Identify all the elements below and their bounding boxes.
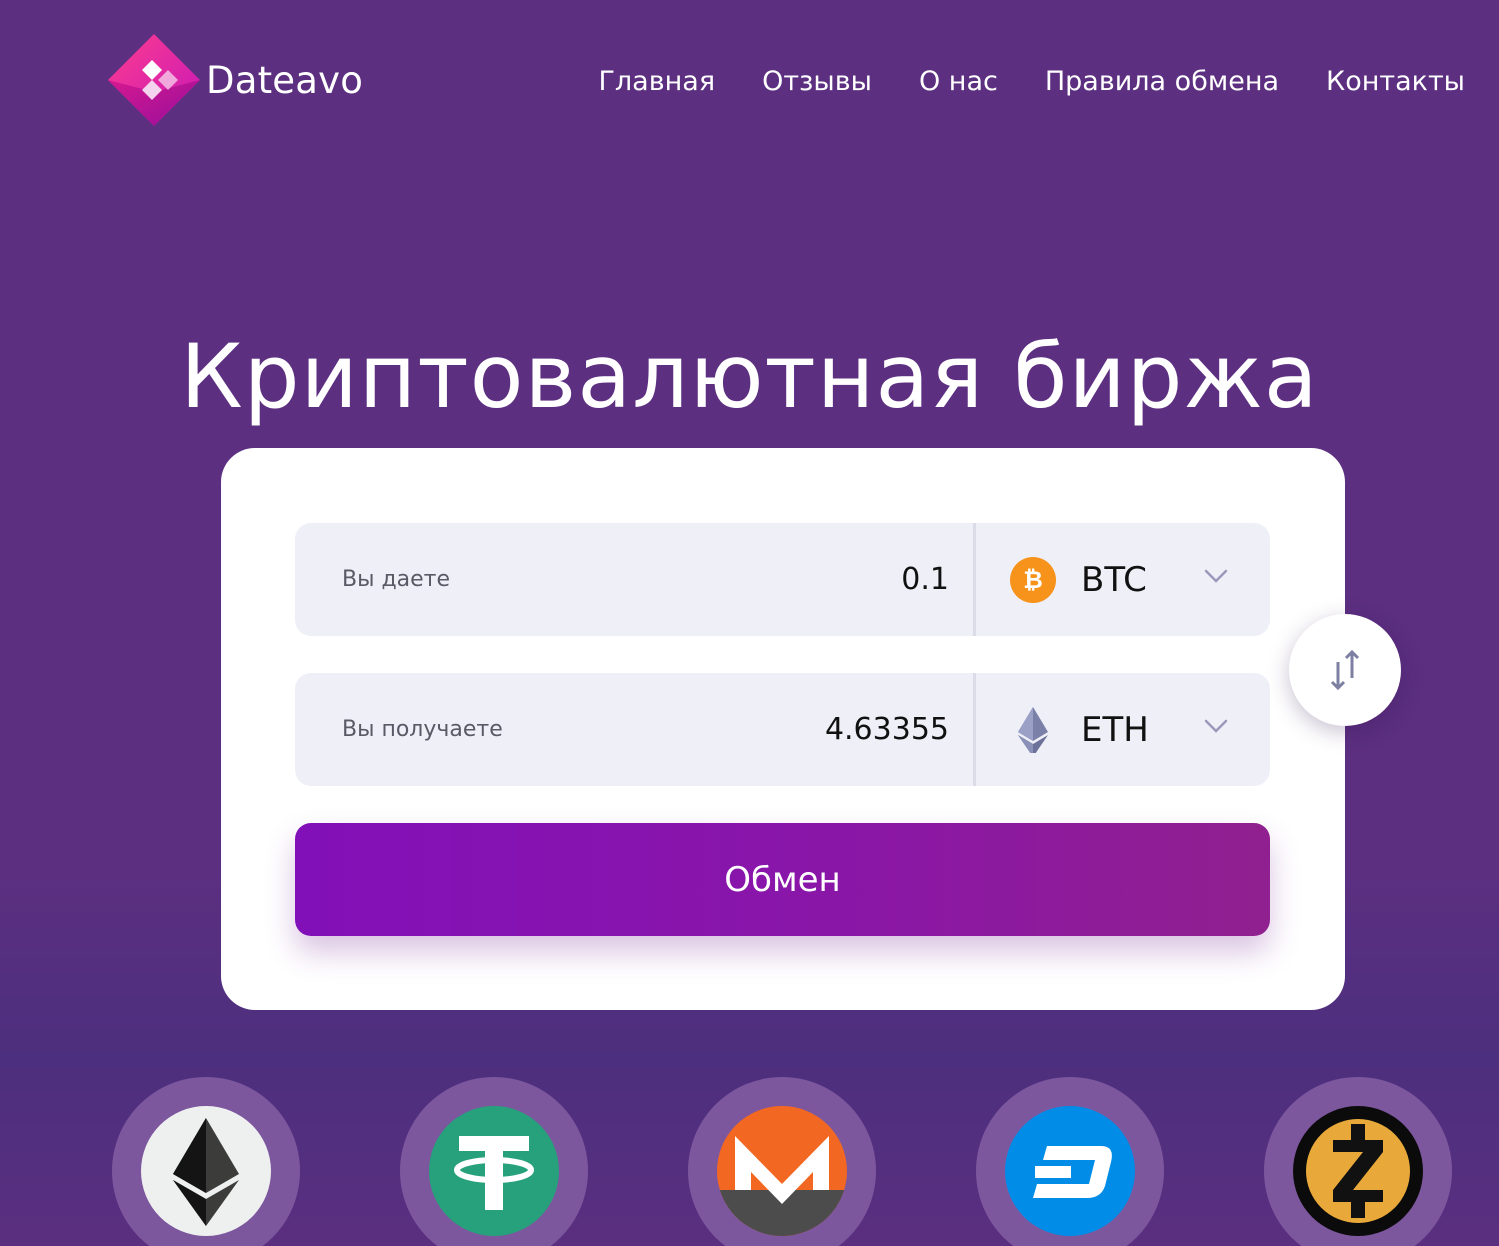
exchange-button[interactable]: Обмен bbox=[295, 823, 1270, 936]
coin-dash[interactable] bbox=[976, 1077, 1164, 1246]
give-row: Вы даете 0.1 ₿ BTC bbox=[295, 523, 1270, 636]
coin-ethereum[interactable] bbox=[112, 1077, 300, 1246]
page-title: Криптовалютная биржа bbox=[180, 325, 1319, 428]
give-label: Вы даете bbox=[342, 567, 451, 592]
brand-logo[interactable]: Dateavo bbox=[106, 32, 363, 128]
ethereum-icon bbox=[1018, 707, 1048, 753]
give-currency-select[interactable]: BTC bbox=[1081, 560, 1147, 600]
divider bbox=[973, 523, 976, 636]
ethereum-icon bbox=[141, 1106, 271, 1236]
nav-link-reviews[interactable]: Отзывы bbox=[762, 66, 872, 97]
get-row: Вы получаете 4.63355 ETH bbox=[295, 673, 1270, 786]
nav-link-home[interactable]: Главная bbox=[598, 66, 715, 97]
get-label: Вы получаете bbox=[342, 717, 503, 742]
coin-monero[interactable] bbox=[688, 1077, 876, 1246]
coin-tether[interactable] bbox=[400, 1077, 588, 1246]
brand-name: Dateavo bbox=[206, 58, 364, 102]
exchange-card: Вы даете 0.1 ₿ BTC Вы получаете 4.63355 … bbox=[221, 448, 1345, 1010]
swap-arrows-icon bbox=[1330, 649, 1360, 691]
nav-link-rules[interactable]: Правила обмена bbox=[1045, 66, 1279, 97]
svg-text:₿: ₿ bbox=[1023, 566, 1043, 594]
page: Dateavo Главная Отзывы О нас Правила обм… bbox=[0, 0, 1499, 1246]
main-nav: Главная Отзывы О нас Правила обмена Конт… bbox=[598, 66, 1465, 97]
give-amount-input[interactable]: 0.1 bbox=[901, 562, 949, 597]
tether-icon bbox=[429, 1106, 559, 1236]
monero-icon bbox=[717, 1106, 847, 1236]
chevron-down-icon[interactable] bbox=[1203, 567, 1229, 585]
logo-icon bbox=[106, 32, 202, 128]
swap-button[interactable] bbox=[1289, 614, 1401, 726]
bitcoin-icon: ₿ bbox=[1010, 557, 1056, 603]
nav-link-about[interactable]: О нас bbox=[919, 66, 998, 97]
nav-link-contacts[interactable]: Контакты bbox=[1326, 66, 1465, 97]
divider bbox=[973, 673, 976, 786]
coin-zcash[interactable] bbox=[1264, 1077, 1452, 1246]
coin-strip bbox=[0, 1077, 1499, 1246]
chevron-down-icon[interactable] bbox=[1203, 717, 1229, 735]
get-amount-input[interactable]: 4.63355 bbox=[825, 712, 949, 747]
get-currency-select[interactable]: ETH bbox=[1081, 710, 1149, 750]
zcash-icon bbox=[1293, 1106, 1423, 1236]
dash-icon bbox=[1005, 1106, 1135, 1236]
